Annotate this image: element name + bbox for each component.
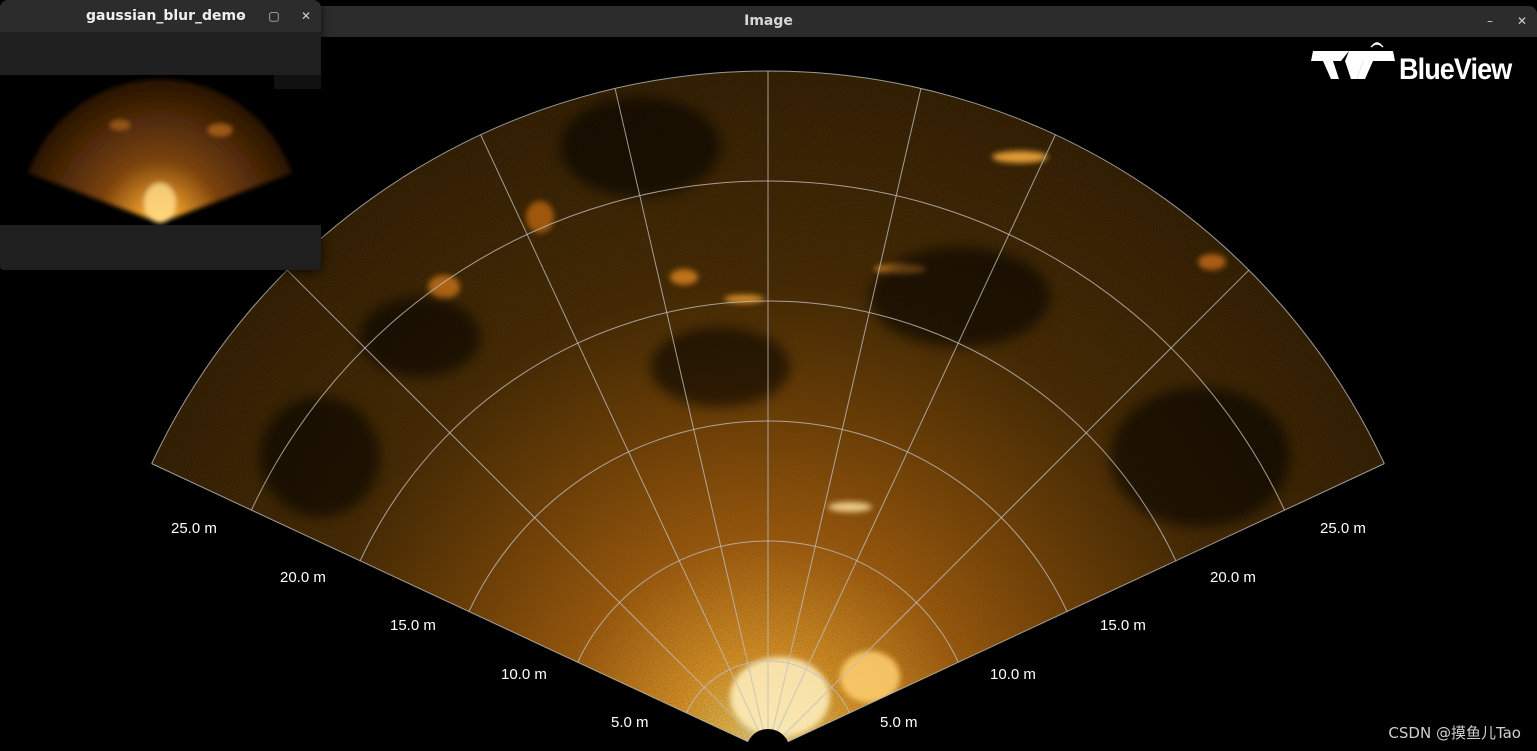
echo-shadow (870, 247, 1050, 347)
echo-hotspot (992, 151, 1048, 163)
echo-hotspot (1198, 254, 1226, 270)
echo-hotspot (828, 502, 872, 512)
range-label-right: 5.0 m (880, 714, 918, 731)
echo-hotspot (670, 269, 698, 285)
echo-shadow (650, 327, 790, 407)
demo-window-titlebar[interactable]: gaussian_blur_demo – ▢ ✕ (0, 0, 321, 32)
range-label-right: 15.0 m (1100, 617, 1146, 634)
range-label-left: 25.0 m (171, 520, 217, 537)
close-icon[interactable]: ✕ (1513, 12, 1531, 30)
minimize-icon[interactable]: – (1481, 12, 1499, 30)
demo-status-area (0, 225, 321, 270)
echo-shadow (1110, 387, 1290, 527)
demo-toolbar-area (0, 32, 321, 75)
echo-shadow (360, 297, 480, 377)
echo-hotspot (586, 76, 614, 88)
gaussian-blur-demo-window: gaussian_blur_demo – ▢ ✕ (0, 0, 321, 270)
range-label-left: 20.0 m (280, 569, 326, 586)
range-label-right: 20.0 m (1210, 569, 1256, 586)
blurred-sonar-thumbnail (0, 75, 321, 225)
watermark-text: CSDN @摸鱼儿Tao (1388, 724, 1521, 742)
minimize-icon[interactable]: – (233, 7, 251, 25)
echo-shadow (560, 97, 720, 197)
maximize-icon[interactable]: ▢ (265, 7, 283, 25)
demo-window-title: gaussian_blur_demo (86, 8, 246, 24)
echo-hotspot (428, 275, 460, 299)
range-label-right: 10.0 m (990, 666, 1036, 683)
range-label-left: 10.0 m (501, 666, 547, 683)
close-icon[interactable]: ✕ (297, 7, 315, 25)
teledyne-logo-icon (1311, 42, 1395, 79)
echo-shadow (260, 397, 380, 517)
range-label-left: 15.0 m (390, 617, 436, 634)
logo-text: BlueView (1399, 53, 1512, 86)
echo-hotspot (840, 651, 900, 703)
blueview-logo: BlueView (1311, 41, 1531, 89)
range-label-left: 5.0 m (611, 714, 649, 731)
range-label-right: 25.0 m (1320, 520, 1366, 537)
